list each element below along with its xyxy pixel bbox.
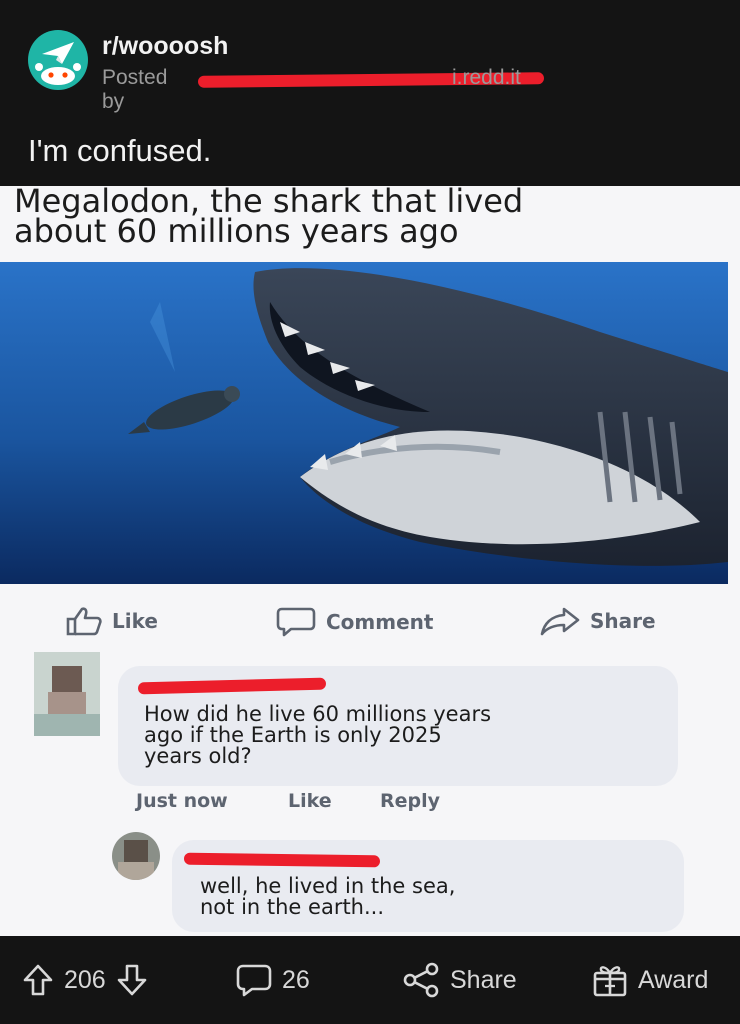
- like-button[interactable]: Like: [66, 606, 158, 636]
- share-post-label: Share: [450, 965, 517, 994]
- megalodon-photo: [0, 262, 728, 584]
- comment-label: Comment: [326, 610, 434, 634]
- vote-count: 206: [64, 965, 106, 994]
- comment-1-like-link[interactable]: Like: [288, 790, 332, 812]
- comment-2-line-1: well, he lived in the sea,: [200, 874, 456, 898]
- share-post-button[interactable]: Share: [402, 936, 517, 1024]
- comment-1-time: Just now: [136, 790, 228, 812]
- commenter-2-avatar[interactable]: [112, 832, 160, 880]
- comment-1-line-3: years old?: [144, 744, 252, 768]
- comments-button[interactable]: 26: [236, 936, 310, 1024]
- post-title[interactable]: I'm confused.: [28, 133, 211, 169]
- comment-1-line-2: ago if the Earth is only 2025: [144, 723, 442, 747]
- comment-2-line-2: not in the earth...: [200, 895, 385, 919]
- downvote-arrow-icon[interactable]: [116, 963, 148, 997]
- share-button[interactable]: Share: [540, 606, 656, 636]
- award-label: Award: [638, 965, 709, 994]
- comment-count: 26: [282, 965, 310, 994]
- thumbs-up-icon: [66, 607, 102, 636]
- gift-box-icon: [593, 966, 627, 997]
- like-label: Like: [112, 609, 158, 633]
- post-domain[interactable]: i.redd.it: [452, 66, 521, 90]
- comment-button[interactable]: Comment: [276, 606, 433, 638]
- commenter-1-avatar[interactable]: [34, 652, 100, 736]
- award-button[interactable]: Award: [592, 936, 708, 1024]
- upvote-arrow-icon[interactable]: [22, 963, 54, 997]
- snoo-icon: [35, 42, 81, 85]
- comment-bubble-icon: [236, 964, 272, 997]
- post-header: r/woooosh Posted by i.redd.it I'm confus…: [0, 0, 740, 186]
- subreddit-name[interactable]: r/woooosh: [102, 32, 228, 61]
- post-action-bar: 206 26 Share Award: [0, 936, 740, 1024]
- comment-1-line-1: How did he live 60 millions years: [144, 702, 492, 726]
- share-arrow-icon: [540, 607, 580, 636]
- speech-bubble-icon: [276, 607, 316, 637]
- comment-2-text: well, he lived in the sea, not in the ea…: [200, 876, 455, 918]
- share-nodes-icon: [403, 962, 439, 998]
- post-image[interactable]: Megalodon, the shark that lived about 60…: [0, 186, 740, 936]
- subreddit-avatar[interactable]: [28, 30, 88, 90]
- facebook-action-bar: Like Comment Share: [0, 606, 740, 642]
- posted-by-label: Posted by: [102, 66, 168, 113]
- share-label: Share: [590, 609, 656, 633]
- comment-1-text: How did he live 60 millions years ago if…: [144, 704, 491, 767]
- comment-1-reply-link[interactable]: Reply: [380, 790, 440, 812]
- meme-caption-line-2: about 60 millions years ago: [14, 212, 459, 250]
- vote-group: 206: [22, 936, 148, 1024]
- meme-caption: Megalodon, the shark that lived about 60…: [14, 186, 523, 250]
